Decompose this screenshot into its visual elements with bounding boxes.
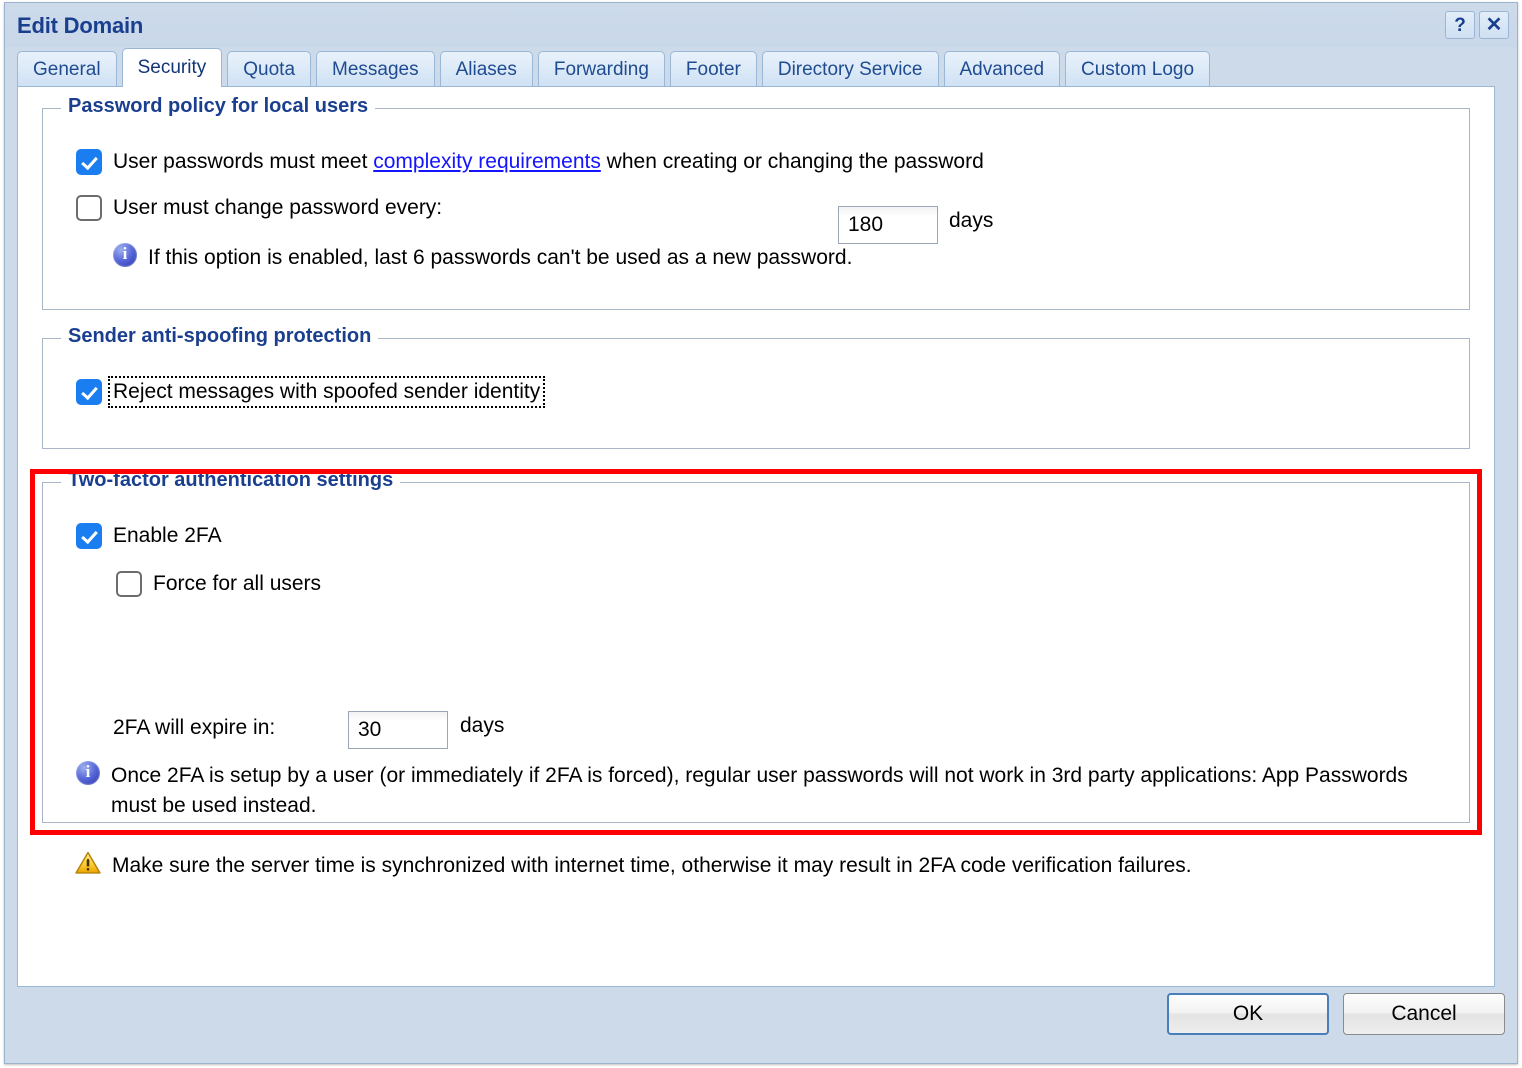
change-password-row[interactable]: User must change password every:: [76, 195, 442, 221]
reject-spoofed-row[interactable]: Reject messages with spoofed sender iden…: [76, 376, 546, 408]
password-expiry-days-unit: days: [949, 209, 994, 232]
warning-icon: [75, 851, 101, 875]
change-password-label: User must change password every:: [113, 196, 443, 219]
reject-spoofed-checkbox[interactable]: [76, 379, 102, 405]
force-all-users-checkbox[interactable]: [116, 571, 142, 597]
tab-quota[interactable]: Quota: [227, 51, 312, 87]
tab-bar: General Security Quota Messages Aliases …: [17, 48, 1507, 87]
two-factor-group: Two-factor authentication settings Enabl…: [42, 469, 1470, 877]
complexity-requirements-link[interactable]: complexity requirements: [373, 150, 601, 173]
force-all-users-label: Force for all users: [153, 572, 322, 595]
info-icon: [76, 760, 100, 785]
security-tab-panel: Password policy for local users User pas…: [17, 86, 1495, 987]
tab-security[interactable]: Security: [121, 48, 223, 87]
tab-advanced[interactable]: Advanced: [943, 51, 1061, 87]
2fa-expire-days-input[interactable]: [348, 711, 448, 749]
password-policy-group: Password policy for local users User pas…: [42, 95, 1470, 310]
enable-2fa-checkbox[interactable]: [76, 523, 102, 549]
edit-domain-dialog: Edit Domain ? ✕ General Security Quota M…: [4, 2, 1518, 1064]
tab-messages[interactable]: Messages: [316, 51, 435, 87]
cancel-button[interactable]: Cancel: [1343, 993, 1505, 1035]
ok-button[interactable]: OK: [1167, 993, 1329, 1035]
dialog-button-bar: OK Cancel: [5, 987, 1517, 1063]
password-policy-note-text: If this option is enabled, last 6 passwo…: [148, 246, 853, 269]
password-policy-legend: Password policy for local users: [61, 95, 376, 118]
tab-directory-service[interactable]: Directory Service: [761, 51, 939, 87]
anti-spoofing-group: Sender anti-spoofing protection Reject m…: [42, 325, 1470, 449]
2fa-expire-days-unit: days: [460, 714, 505, 737]
enable-2fa-label: Enable 2FA: [113, 524, 222, 547]
tab-footer[interactable]: Footer: [669, 51, 757, 87]
2fa-expire-label: 2FA will expire in:: [113, 716, 276, 739]
help-icon[interactable]: ?: [1445, 11, 1475, 39]
reject-spoofed-label: Reject messages with spoofed sender iden…: [107, 376, 546, 408]
two-factor-warning-note: Make sure the server time is synchronize…: [75, 851, 1445, 881]
password-policy-note: If this option is enabled, last 6 passwo…: [113, 242, 853, 273]
password-expiry-days-input[interactable]: [838, 206, 938, 244]
enable-2fa-row[interactable]: Enable 2FA: [76, 523, 222, 549]
tab-custom-logo[interactable]: Custom Logo: [1065, 51, 1211, 87]
dialog-titlebar: Edit Domain ? ✕: [5, 3, 1517, 47]
dialog-title: Edit Domain: [17, 13, 144, 38]
complexity-requirements-row[interactable]: User passwords must meet complexity requ…: [76, 149, 984, 175]
complexity-requirements-label: User passwords must meet complexity requ…: [113, 150, 984, 174]
two-factor-info-note: Once 2FA is setup by a user (or immediat…: [76, 760, 1446, 821]
complexity-requirements-checkbox[interactable]: [76, 149, 102, 175]
expire-label-wrap: 2FA will expire in:: [113, 716, 275, 740]
two-factor-info-note-text: Once 2FA is setup by a user (or immediat…: [111, 764, 1408, 817]
close-icon[interactable]: ✕: [1479, 11, 1509, 39]
two-factor-legend: Two-factor authentication settings: [61, 469, 401, 492]
two-factor-warning-note-text: Make sure the server time is synchronize…: [112, 854, 1192, 877]
complexity-text-pre: User passwords must meet: [113, 150, 374, 173]
force-all-users-row[interactable]: Force for all users: [116, 571, 321, 597]
tab-forwarding[interactable]: Forwarding: [537, 51, 665, 87]
tab-general[interactable]: General: [17, 51, 117, 87]
info-icon: [113, 242, 137, 267]
tab-aliases[interactable]: Aliases: [439, 51, 533, 87]
change-password-checkbox[interactable]: [76, 195, 102, 221]
anti-spoofing-legend: Sender anti-spoofing protection: [61, 325, 379, 348]
complexity-text-post: when creating or changing the password: [600, 150, 984, 173]
